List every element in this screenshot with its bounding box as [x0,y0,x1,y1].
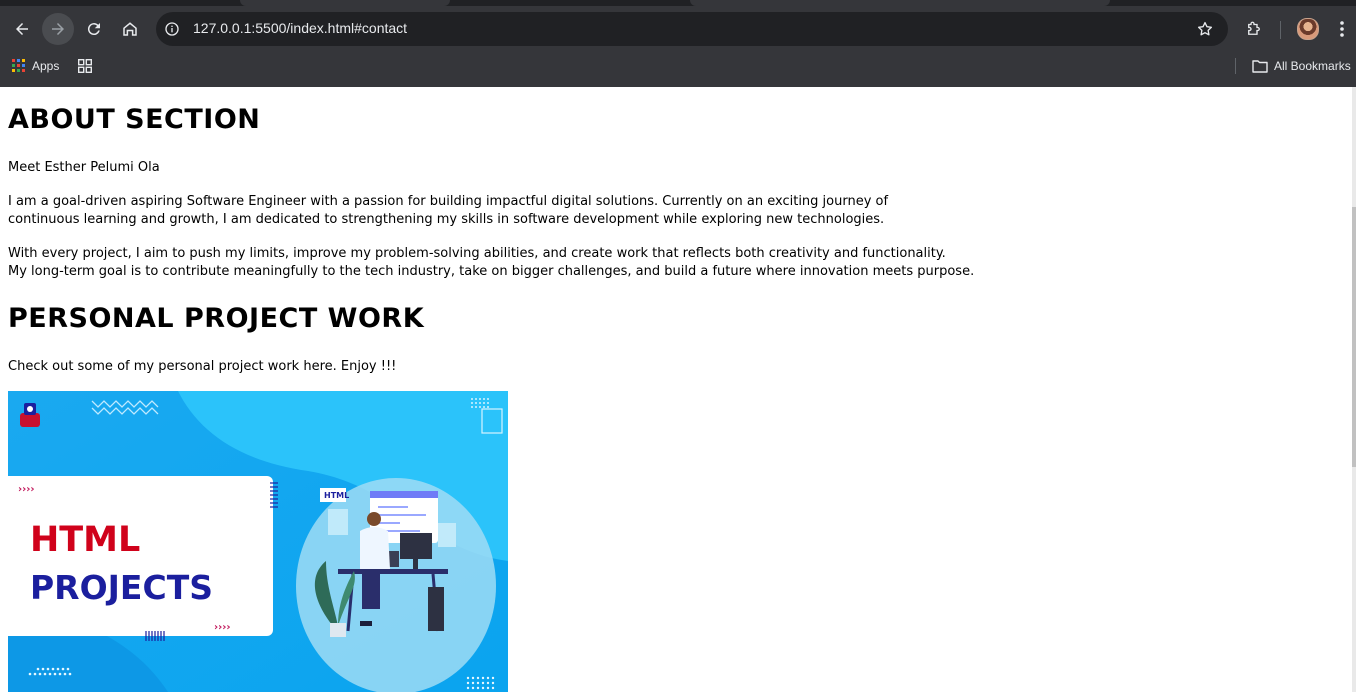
avatar [1297,18,1319,40]
bookmarks-separator [1235,58,1236,74]
about-intro: Meet Esther Pelumi Ola [8,160,160,175]
bookmarks-bar: Apps All Bookmarks [0,52,1356,80]
site-info-icon[interactable] [164,21,180,37]
web-page: ABOUT SECTION Meet Esther Pelumi Ola I a… [0,87,1352,692]
projects-heading: PERSONAL PROJECT WORK [8,303,425,334]
about-paragraph-1-line-1: I am a goal-driven aspiring Software Eng… [8,194,889,209]
arrow-left-icon [16,23,28,35]
back-button[interactable] [6,13,38,45]
apps-grid-icon [12,59,25,72]
home-button[interactable] [114,13,146,45]
about-paragraph-1-line-2: continuous learning and growth, I am ded… [8,212,885,227]
browser-chrome: 127.0.0.1:5500/index.html#contact Apps A… [0,0,1356,87]
tab-groups-button[interactable] [78,55,98,77]
banner-html-badge: HTML [324,491,349,500]
apps-label: Apps [32,59,60,73]
all-bookmarks-label: All Bookmarks [1274,59,1351,73]
html-projects-banner-image: ›››› ›››› HTML PROJECTS HTML [8,391,508,692]
svg-text:››››: ›››› [214,622,230,633]
scrollbar-thumb[interactable] [1352,207,1356,467]
menu-button[interactable] [1328,13,1356,45]
page-scrollbar[interactable] [1352,87,1356,692]
banner-title-html: HTML [30,520,140,560]
projects-intro: Check out some of my personal project wo… [8,359,397,374]
forward-button[interactable] [42,13,74,45]
toolbar-separator [1280,21,1281,39]
about-paragraph-2-line-2: My long-term goal is to contribute meani… [8,264,975,279]
reload-button[interactable] [78,13,110,45]
about-heading: ABOUT SECTION [8,104,261,135]
about-paragraph-2-line-1: With every project, I aim to push my lim… [8,246,946,261]
tab-fragment[interactable] [240,0,450,6]
extensions-button[interactable] [1238,13,1270,45]
all-bookmarks-button[interactable]: All Bookmarks [1252,55,1351,77]
navigation-bar: 127.0.0.1:5500/index.html#contact [0,8,1356,50]
bookmark-star-icon[interactable] [1196,20,1214,38]
home-icon [123,22,137,36]
about-paragraph-2: With every project, I aim to push my lim… [8,245,974,281]
tab-groups-icon [78,59,92,73]
folder-icon [1252,60,1268,73]
puzzle-icon [1248,21,1260,35]
address-bar[interactable]: 127.0.0.1:5500/index.html#contact [156,12,1228,46]
more-vertical-icon [1340,21,1344,37]
banner-illustration: ›››› ›››› HTML PROJECTS HTML [8,391,508,692]
profile-button[interactable] [1292,13,1324,45]
apps-shortcut[interactable]: Apps [12,55,59,77]
tab-strip [0,0,1356,6]
tab-fragment[interactable] [690,0,1110,6]
reload-icon [87,23,100,36]
banner-title-projects: PROJECTS [30,568,213,607]
about-paragraph-1: I am a goal-driven aspiring Software Eng… [8,193,888,229]
url-text[interactable]: 127.0.0.1:5500/index.html#contact [193,20,407,36]
arrow-right-icon [52,23,64,35]
svg-text:››››: ›››› [18,484,34,495]
